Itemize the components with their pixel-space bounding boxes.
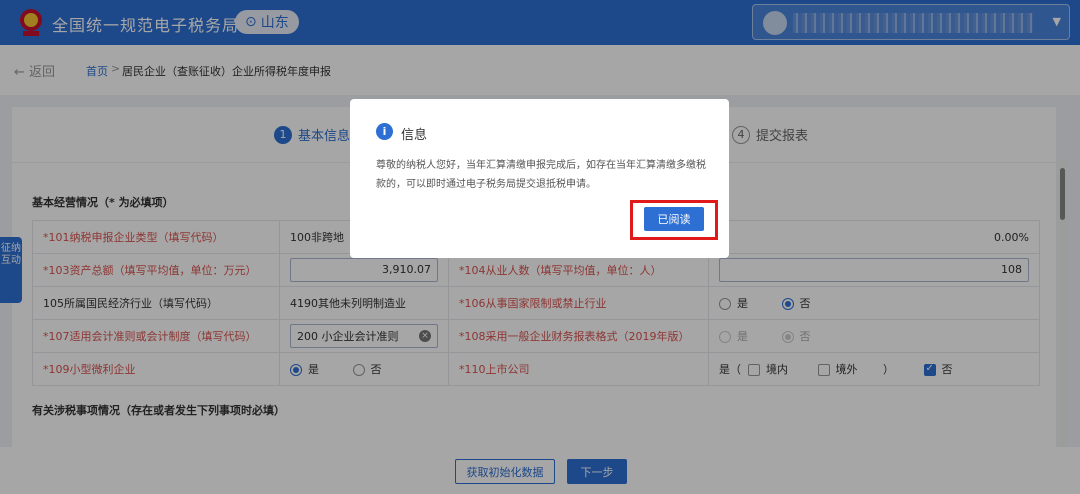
info-icon: i <box>376 123 393 140</box>
dialog-title: 信息 <box>401 128 428 143</box>
dialog-message: 尊敬的纳税人您好，当年汇算清缴申报完成后，如存在当年汇算清缴多缴税款的，可以即时… <box>376 160 706 190</box>
acknowledge-button[interactable]: 已阅读 <box>644 207 704 231</box>
